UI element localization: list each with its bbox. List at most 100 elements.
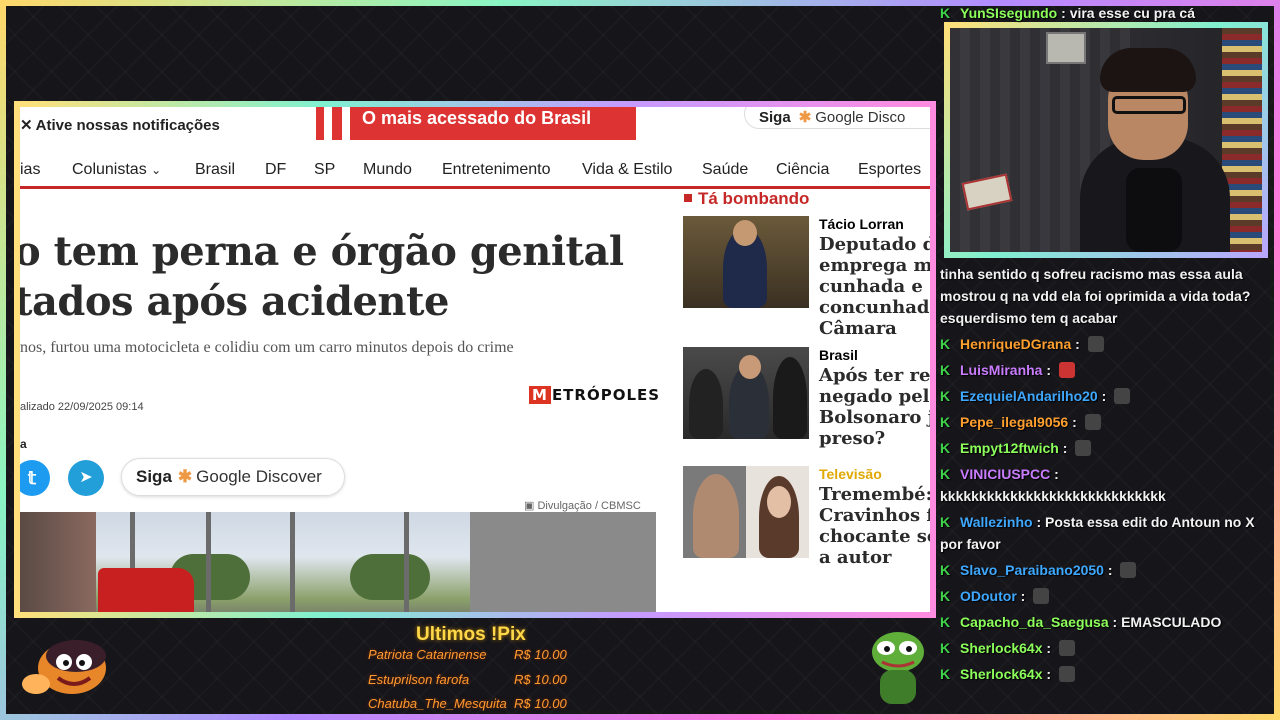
chat-username[interactable]: Pepe_ilegal9056 bbox=[960, 414, 1068, 430]
emote-icon bbox=[1114, 388, 1131, 404]
chat-text: Posta essa edit do Antoun no X bbox=[1045, 514, 1255, 530]
chat-username[interactable]: Capacho_da_Saegusa bbox=[960, 614, 1109, 630]
nav-item-entretenimento[interactable]: Entretenimento bbox=[442, 161, 551, 179]
story-thumbnail[interactable] bbox=[683, 466, 809, 558]
trending-story[interactable]: Brasil Após ter recu negado pelo Bolsona… bbox=[683, 347, 930, 477]
chat-username[interactable]: HenriqueDGrana bbox=[960, 336, 1071, 352]
trending-heading: Tá bombando bbox=[684, 189, 809, 209]
chat-username[interactable]: Slavo_Paraibano2050 bbox=[960, 562, 1104, 578]
telegram-share-icon[interactable]: ➤ bbox=[68, 460, 104, 496]
chat-text: tinha sentido q sofreu racismo mas essa … bbox=[940, 266, 1243, 282]
kick-badge-icon: K bbox=[940, 362, 951, 378]
chat-username[interactable]: Sherlock64x bbox=[960, 666, 1043, 682]
story-thumbnail[interactable] bbox=[683, 216, 809, 308]
pix-name: Patriota Catarinense bbox=[368, 647, 487, 662]
chat-message: K ODoutor : bbox=[940, 585, 1276, 607]
nav-item-brasil[interactable]: Brasil bbox=[195, 161, 235, 179]
trending-story[interactable]: Tácio Lorran Deputado do emprega mu cunh… bbox=[683, 216, 930, 346]
trending-story[interactable]: Televisão Tremembé: Cravinhos fe chocant… bbox=[683, 466, 930, 596]
chat-username[interactable]: LuisMiranha bbox=[960, 362, 1042, 378]
metropoles-logo[interactable]: M ETRÓPOLES bbox=[529, 386, 660, 404]
chat-message: K Sherlock64x : bbox=[940, 663, 1276, 685]
story-tag: Tácio Lorran bbox=[819, 216, 904, 232]
chat-message: K Sherlock64x : bbox=[940, 637, 1276, 659]
photo-credit: ▣ Divulgação / CBMSC bbox=[524, 499, 641, 512]
story-thumbnail[interactable] bbox=[683, 347, 809, 439]
nav-item-ciencia[interactable]: Ciência bbox=[776, 161, 829, 179]
notification-prompt[interactable]: ✕ Ative nossas notificações bbox=[20, 116, 220, 134]
updated-time: 22/09/2025 09:14 bbox=[57, 401, 144, 413]
story-title[interactable]: Tremembé: Cravinhos fe chocante sol a au… bbox=[819, 484, 930, 568]
nav-item-colunistas[interactable]: Colunistas ⌄ bbox=[72, 161, 161, 179]
chat-message: K Pepe_ilegal9056 : bbox=[940, 411, 1276, 433]
chat-username[interactable]: ODoutor bbox=[960, 588, 1017, 604]
chat-username[interactable]: EzequielAndarilho20 bbox=[960, 388, 1098, 404]
notification-text: Ative nossas notificações bbox=[35, 117, 220, 134]
google-discover-follow-top[interactable]: Siga ✱ Google Disco bbox=[744, 107, 930, 129]
nav-item-mundo[interactable]: Mundo bbox=[363, 161, 412, 179]
nav-item-vida-estilo[interactable]: Vida & Estilo bbox=[582, 161, 672, 179]
article-updated: alizado 22/09/2025 09:14 bbox=[20, 401, 144, 413]
pix-entry: Estuprilson farofa R$ 10.00 bbox=[368, 672, 567, 687]
chat-username[interactable]: Wallezinho bbox=[960, 514, 1033, 530]
kick-badge-icon: K bbox=[940, 414, 951, 430]
emote-icon bbox=[1058, 640, 1075, 656]
kick-badge-icon: K bbox=[940, 466, 951, 482]
chat-username[interactable]: YunSIsegundo bbox=[960, 5, 1057, 21]
chat-text: kkkkkkkkkkkkkkkkkkkkkkkkkkkkk bbox=[940, 488, 1166, 504]
article-subheadline: nos, furtou uma motocicleta e colidiu co… bbox=[20, 339, 514, 356]
updated-label: alizado bbox=[20, 401, 55, 413]
chat-username[interactable]: VINICIUSPCC bbox=[960, 466, 1050, 482]
pix-entry: Chatuba_The_Mesquita R$ 10.00 bbox=[368, 696, 567, 711]
emote-icon bbox=[1058, 362, 1075, 378]
pix-name: Chatuba_The_Mesquita bbox=[368, 696, 507, 711]
kick-badge-icon: K bbox=[940, 666, 951, 682]
chevron-down-icon: ⌄ bbox=[151, 163, 162, 177]
nav-item-noticias[interactable]: ias bbox=[20, 161, 40, 179]
camera-icon: ▣ bbox=[524, 500, 535, 512]
chat-message: K Capacho_da_Saegusa : EMASCULADO bbox=[940, 611, 1276, 633]
story-title[interactable]: Deputado do emprega mu cunhada e concunh… bbox=[819, 234, 930, 339]
chat-message: K Empyt12ftwich : bbox=[940, 437, 1276, 459]
nav-item-df[interactable]: DF bbox=[265, 161, 286, 179]
pix-name: Estuprilson farofa bbox=[368, 672, 470, 687]
close-icon[interactable]: ✕ bbox=[20, 116, 33, 134]
pepe-frog-icon bbox=[872, 632, 924, 704]
twitter-share-icon[interactable]: 𝕥 bbox=[20, 460, 50, 496]
story-tag: Brasil bbox=[819, 347, 858, 363]
site-topbar: ✕ Ative nossas notificações O mais acess… bbox=[20, 107, 930, 147]
nav-item-sp[interactable]: SP bbox=[314, 161, 335, 179]
article-headline: o tem perna e órgão genital tados após a… bbox=[20, 227, 674, 327]
emote-icon bbox=[1120, 562, 1137, 578]
logo-text: ETRÓPOLES bbox=[551, 386, 661, 404]
chat-username[interactable]: Sherlock64x bbox=[960, 640, 1043, 656]
siga-service: Google Discover bbox=[196, 467, 322, 486]
chat-message: K VINICIUSPCC : bbox=[940, 463, 1276, 485]
site-navigation: ias Colunistas ⌄ Brasil DF SP Mundo Entr… bbox=[20, 157, 930, 189]
nav-item-esportes[interactable]: Esportes bbox=[858, 161, 921, 179]
chat-message: K EzequielAndarilho20 : bbox=[940, 385, 1276, 407]
pix-amount: R$ 10.00 bbox=[514, 696, 567, 711]
chat-text: por favor bbox=[940, 536, 1001, 552]
chat-username[interactable]: Empyt12ftwich bbox=[960, 440, 1059, 456]
chat-text: mostrou q na vdd ela foi oprimida a vida… bbox=[940, 288, 1251, 304]
emote-icon bbox=[1058, 666, 1075, 682]
kick-badge-icon: K bbox=[940, 614, 951, 630]
story-title[interactable]: Após ter recu negado pelo Bolsonaro já p… bbox=[819, 365, 930, 449]
promo-banner[interactable]: O mais acessado do Brasil bbox=[316, 107, 636, 140]
mascot-left-icon bbox=[22, 640, 106, 694]
stream-chat: K YunSIsegundo : vira esse cu pra cá tinh… bbox=[940, 0, 1276, 716]
chat-message: K LuisMiranha : bbox=[940, 359, 1276, 381]
story-tag: Televisão bbox=[819, 466, 882, 482]
emote-icon bbox=[1087, 336, 1104, 352]
article-photo bbox=[20, 512, 656, 612]
google-discover-follow-button[interactable]: Siga ✱ Google Discover bbox=[121, 458, 345, 496]
nav-item-saude[interactable]: Saúde bbox=[702, 161, 748, 179]
pix-amount: R$ 10.00 bbox=[514, 647, 567, 662]
chat-text: vira esse cu pra cá bbox=[1069, 5, 1195, 21]
google-discover-icon: ✱ bbox=[177, 467, 193, 486]
nav-label: Colunistas bbox=[72, 161, 147, 178]
chat-text: EMASCULADO bbox=[1121, 614, 1222, 630]
emote-icon bbox=[1084, 414, 1101, 430]
emote-icon bbox=[1033, 588, 1050, 604]
